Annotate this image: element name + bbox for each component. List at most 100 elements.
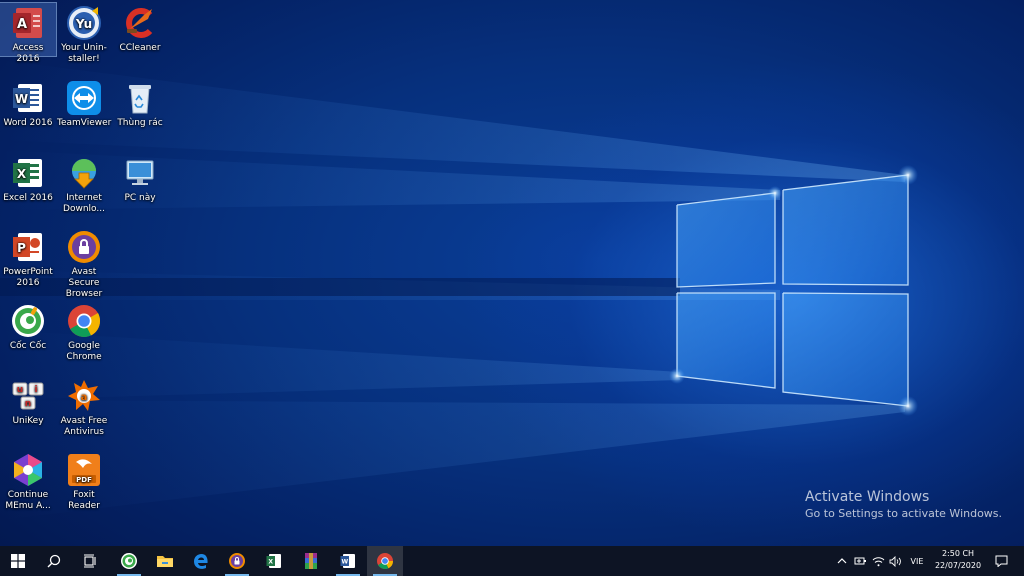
access-icon: A — [10, 5, 46, 41]
desktop-icon-teamviewer[interactable]: TeamViewer — [56, 78, 112, 129]
task-view-button[interactable] — [72, 546, 108, 576]
excel-icon: X — [266, 554, 281, 568]
show-hidden-icons-button[interactable] — [834, 546, 850, 576]
chrome-icon — [377, 553, 393, 569]
volume-icon — [889, 555, 901, 567]
search-button[interactable] — [36, 546, 72, 576]
avast-antivirus-icon: a — [66, 378, 102, 414]
start-button[interactable] — [0, 546, 36, 576]
taskbar-edge[interactable] — [183, 546, 219, 576]
desktop-icon-idm[interactable]: Internet Downlo... — [56, 153, 112, 215]
svg-text:PDF: PDF — [76, 476, 92, 484]
desktop-icon-chrome[interactable]: Google Chrome — [56, 301, 112, 363]
desktop-icon-label: Internet Downlo... — [63, 193, 105, 214]
windows-logo-icon — [11, 554, 25, 568]
clock[interactable]: 2:50 CH 22/07/2020 — [926, 548, 990, 572]
edge-icon — [194, 554, 208, 569]
watermark-title: Activate Windows — [805, 489, 930, 505]
desktop-icon-powerpoint[interactable]: P PowerPoint 2016 — [0, 227, 56, 289]
network-tray-button[interactable] — [870, 546, 886, 576]
desktop-icon-unikey[interactable]: u in UniKey — [0, 376, 56, 427]
svg-text:X: X — [268, 559, 273, 566]
taskbar: X W VIE 2:50 CH 22/07/2020 — [0, 546, 1024, 576]
desktop-icon-label: PowerPoint 2016 — [3, 267, 53, 288]
svg-text:u: u — [17, 385, 23, 395]
word-icon: W — [10, 80, 46, 116]
taskbar-word[interactable]: W — [330, 546, 366, 576]
coccoc-icon — [121, 553, 137, 569]
desktop-icon-label: CCleaner — [119, 43, 161, 53]
svg-text:n: n — [25, 399, 31, 409]
unikey-icon: u in — [10, 378, 46, 414]
desktop-icon-label: Avast Secure Browser — [65, 267, 103, 299]
desktop-icon-avast-antivirus[interactable]: a Avast Free Antivirus — [56, 376, 112, 438]
desktop-icon-label: Word 2016 — [3, 118, 53, 128]
desktop-icon-coccoc[interactable]: Cốc Cốc — [0, 301, 56, 352]
input-language-button[interactable]: VIE — [906, 546, 928, 576]
volume-tray-button[interactable] — [887, 546, 903, 576]
clock-time: 2:50 CH — [941, 549, 975, 558]
memu-icon — [10, 452, 46, 488]
chrome-icon — [66, 303, 102, 339]
desktop-icon-label: PC này — [124, 193, 156, 203]
desktop-icon-label: UniKey — [12, 416, 44, 426]
desktop-icon-foxit[interactable]: PDF Foxit Reader — [56, 450, 112, 512]
power-tray-button[interactable] — [852, 546, 868, 576]
desktop-icon-word[interactable]: W Word 2016 — [0, 78, 56, 129]
ccleaner-icon — [122, 5, 158, 41]
taskbar-file-explorer[interactable] — [147, 546, 183, 576]
winrar-icon — [305, 553, 317, 569]
recycle-bin-icon — [122, 80, 158, 116]
idm-icon — [66, 155, 102, 191]
svg-text:A: A — [17, 17, 27, 32]
action-center-button[interactable] — [990, 546, 1012, 576]
desktop-icon-label: Continue MEmu A... — [5, 490, 51, 511]
taskbar-coccoc[interactable] — [111, 546, 147, 576]
watermark-subtitle: Go to Settings to activate Windows. — [805, 507, 1003, 520]
desktop-icon-this-pc[interactable]: PC này — [112, 153, 168, 204]
activate-windows-watermark: Activate Windows Go to Settings to activ… — [805, 488, 1002, 521]
taskbar-chrome[interactable] — [367, 546, 403, 576]
desktop-icon-label: TeamViewer — [57, 118, 112, 128]
svg-text:Yu: Yu — [75, 17, 92, 31]
notifications-icon — [995, 555, 1007, 567]
desktop-icon-label: Avast Free Antivirus — [60, 416, 108, 437]
desktop-icon-uninstaller[interactable]: Yu Your Unin-staller! — [56, 3, 112, 65]
clock-date: 22/07/2020 — [934, 561, 982, 570]
foxit-icon: PDF — [66, 452, 102, 488]
desktop-icon-access[interactable]: A Access 2016 — [0, 2, 57, 64]
desktop-icon-recycle-bin[interactable]: Thùng rác — [112, 78, 168, 129]
svg-text:P: P — [17, 241, 26, 255]
coccoc-icon — [10, 303, 46, 339]
svg-text:i: i — [34, 385, 37, 395]
desktop-icon-ccleaner[interactable]: CCleaner — [112, 3, 168, 54]
desktop[interactable]: A Access 2016 Yu Your Unin-staller! CCle… — [0, 0, 1024, 546]
powerpoint-icon: P — [10, 229, 46, 265]
desktop-icon-avast-browser[interactable]: Avast Secure Browser — [56, 227, 112, 300]
chevron-up-icon — [837, 558, 847, 564]
svg-text:W: W — [15, 92, 28, 106]
desktop-icon-memu[interactable]: Continue MEmu A... — [0, 450, 56, 512]
word-icon: W — [340, 554, 355, 568]
taskbar-winrar[interactable] — [293, 546, 329, 576]
avast-browser-icon — [66, 229, 102, 265]
desktop-icon-label: Thùng rác — [117, 118, 163, 128]
battery-icon — [854, 557, 866, 565]
svg-text:W: W — [341, 559, 348, 566]
desktop-icon-label: Excel 2016 — [3, 193, 53, 203]
desktop-icon-label: Foxit Reader — [68, 490, 100, 511]
desktop-icon-label: Access 2016 — [12, 43, 44, 64]
desktop-icon-label: Google Chrome — [66, 341, 102, 362]
folder-icon — [157, 556, 173, 567]
taskbar-excel[interactable]: X — [256, 546, 292, 576]
teamviewer-icon — [66, 80, 102, 116]
task-view-icon — [84, 554, 96, 568]
svg-text:X: X — [17, 167, 27, 181]
avast-browser-icon — [229, 553, 245, 569]
svg-text:a: a — [81, 392, 88, 403]
search-icon — [47, 554, 61, 568]
desktop-icon-label: Cốc Cốc — [9, 341, 47, 351]
desktop-icon-excel[interactable]: X Excel 2016 — [0, 153, 56, 204]
uninstaller-icon: Yu — [66, 5, 102, 41]
taskbar-avast-browser[interactable] — [219, 546, 255, 576]
